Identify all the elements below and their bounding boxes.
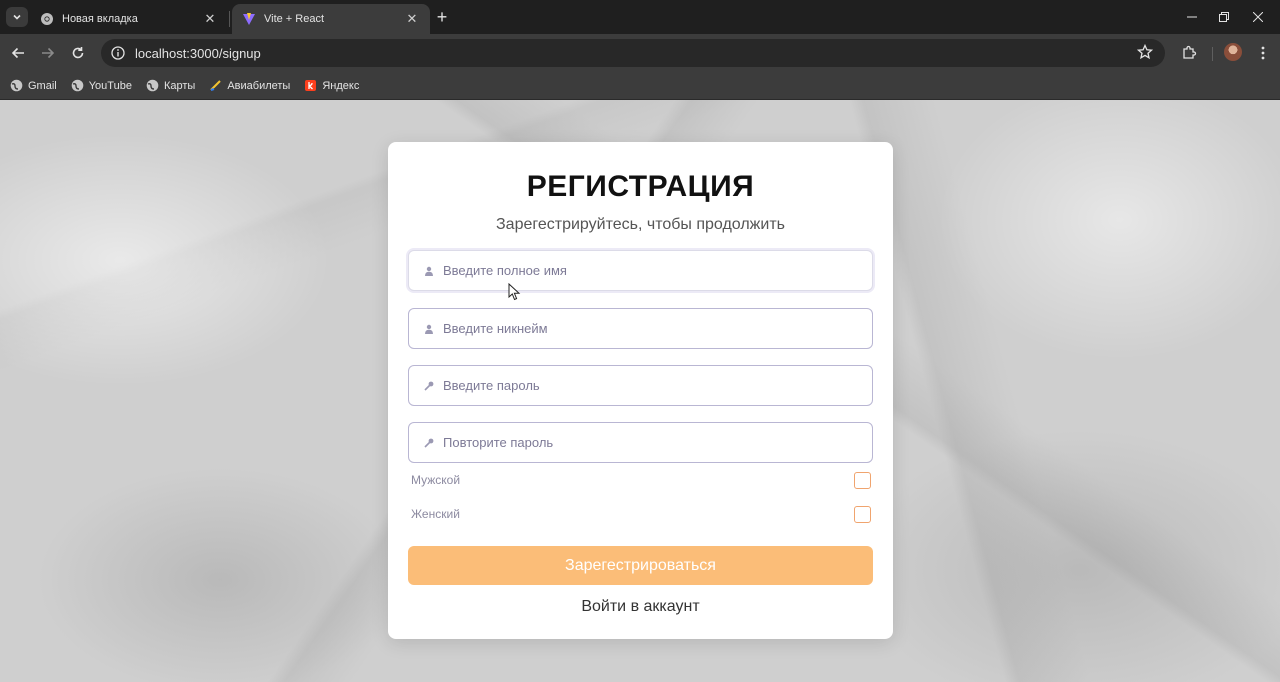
mouse-cursor-icon — [508, 283, 521, 301]
browser-toolbar: localhost:3000/signup — [0, 34, 1280, 72]
user-icon — [424, 266, 434, 276]
close-icon[interactable]: ✕ — [202, 11, 218, 27]
back-button[interactable] — [6, 41, 30, 65]
new-tab-button[interactable]: + — [432, 7, 452, 27]
tab-search-button[interactable] — [6, 7, 28, 27]
more-vertical-icon — [1261, 46, 1265, 60]
tab-divider — [229, 11, 230, 27]
login-link[interactable]: Войти в аккаунт — [388, 598, 893, 616]
gender-checkbox[interactable] — [854, 505, 871, 523]
forward-button[interactable] — [36, 41, 60, 65]
register-button[interactable]: Зарегестрироваться — [408, 546, 873, 585]
reload-icon — [72, 47, 84, 59]
bookmark-label: Карты — [163, 79, 196, 92]
toolbar-divider — [1212, 47, 1213, 61]
confirm-password-input[interactable] — [443, 423, 872, 462]
gender-label: Женский — [411, 507, 460, 521]
puzzle-icon — [1183, 45, 1197, 59]
password-input[interactable] — [443, 366, 872, 405]
page-title: РЕГИСТРАЦИЯ — [526, 170, 755, 203]
address-bar[interactable]: localhost:3000/signup — [101, 39, 1165, 67]
bookmark-gmail[interactable]: Gmail — [10, 79, 57, 92]
arrow-right-icon — [42, 47, 55, 59]
nickname-field[interactable] — [408, 308, 873, 349]
page-subtitle: Зарегестрируйтесь, чтобы продолжить — [496, 216, 785, 233]
bookmark-label: Яндекс — [322, 79, 360, 92]
nickname-input[interactable] — [443, 309, 872, 348]
globe-icon — [10, 79, 23, 92]
bookmark-label: Авиабилеты — [227, 79, 291, 92]
close-icon[interactable]: ✕ — [404, 11, 420, 27]
bookmark-label: YouTube — [88, 79, 132, 92]
url-text: localhost:3000/signup — [135, 45, 261, 61]
profile-avatar[interactable] — [1224, 43, 1242, 61]
plane-icon — [209, 79, 222, 92]
window-close-button[interactable] — [1236, 0, 1280, 34]
gender-label: Мужской — [411, 473, 461, 487]
arrow-left-icon — [11, 47, 24, 59]
reload-button[interactable] — [66, 41, 90, 65]
tab-bar: Новая вкладка ✕ Vite + React ✕ + — [0, 0, 1280, 34]
signup-card: РЕГИСТРАЦИЯ Зарегестрируйтесь, чтобы про… — [388, 142, 893, 639]
bookmark-yandex[interactable]: Яндекс — [304, 79, 359, 92]
tab-new-tab[interactable]: Новая вкладка ✕ — [30, 4, 228, 34]
gender-checkbox[interactable] — [854, 471, 871, 489]
key-icon — [424, 381, 434, 391]
bookmarks-bar: Gmail YouTube Карты Авиабилеты Яндекс — [0, 72, 1280, 100]
minimize-icon — [1187, 16, 1197, 18]
gender-option-male: Мужской — [411, 470, 871, 490]
bookmark-youtube[interactable]: YouTube — [71, 79, 132, 92]
confirm-password-field[interactable] — [408, 422, 873, 463]
tab-title: Новая вкладка — [62, 13, 138, 25]
chevron-down-icon — [13, 14, 21, 20]
bookmark-flights[interactable]: Авиабилеты — [209, 79, 290, 92]
globe-icon — [71, 79, 84, 92]
bookmark-maps[interactable]: Карты — [146, 79, 195, 92]
bookmark-star-icon[interactable] — [1136, 43, 1154, 65]
tab-vite-react[interactable]: Vite + React ✕ — [232, 4, 430, 34]
extensions-button[interactable] — [1178, 43, 1200, 63]
menu-button[interactable] — [1252, 43, 1274, 63]
gender-option-female: Женский — [411, 504, 871, 524]
user-icon — [424, 324, 434, 334]
yandex-icon — [304, 79, 317, 92]
key-icon — [424, 438, 434, 448]
tab-title: Vite + React — [264, 13, 325, 25]
vite-icon — [242, 12, 256, 26]
close-icon — [1253, 12, 1263, 22]
full-name-field[interactable] — [408, 250, 873, 291]
site-info-icon[interactable] — [111, 46, 125, 60]
password-field[interactable] — [408, 365, 873, 406]
bookmark-label: Gmail — [28, 79, 57, 92]
globe-icon — [146, 79, 159, 92]
chrome-icon — [40, 12, 54, 26]
page-viewport: РЕГИСТРАЦИЯ Зарегестрируйтесь, чтобы про… — [0, 100, 1280, 682]
restore-icon — [1219, 12, 1229, 22]
